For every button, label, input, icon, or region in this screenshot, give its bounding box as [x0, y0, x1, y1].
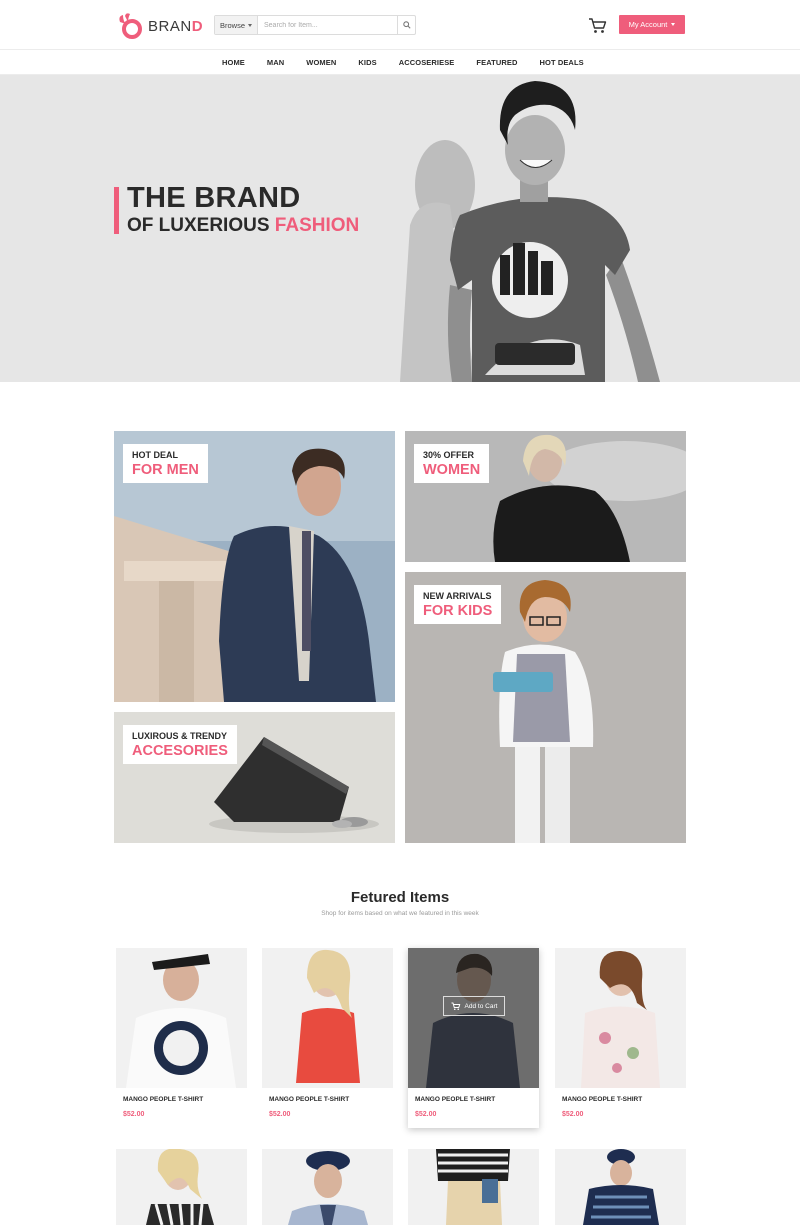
product-photo-tshirt-man [116, 948, 247, 1088]
product-card[interactable] [555, 1149, 686, 1225]
product-name[interactable]: MANGO PEOPLE T-SHIRT [123, 1096, 203, 1103]
browse-dropdown[interactable]: Browse [215, 16, 258, 34]
product-name[interactable]: MANGO PEOPLE T-SHIRT [562, 1096, 642, 1103]
product-photo-poncho [555, 1149, 686, 1225]
product-hover-overlay: Add to Cart [408, 948, 539, 1088]
nav-item-accessories[interactable]: ACCOSERIESE [399, 58, 455, 67]
featured-subtitle: Shop for items based on what we featured… [321, 910, 479, 917]
chevron-down-icon [671, 23, 676, 26]
product-card[interactable] [262, 1149, 393, 1225]
product-name[interactable]: MANGO PEOPLE T-SHIRT [269, 1096, 349, 1103]
brand-logo[interactable]: BRAND [114, 12, 203, 40]
product-price: $52.00 [415, 1111, 437, 1118]
promo-label-women: 30% OFFER WOMEN [414, 444, 490, 483]
hero-model-image [400, 81, 660, 382]
cart-icon [451, 1002, 460, 1010]
hero-accent-bar [114, 187, 119, 234]
product-price: $52.00 [562, 1111, 584, 1118]
product-photo-striped-sweater [408, 1149, 539, 1225]
hero-subtitle: OF LUXERIOUS FASHION [127, 215, 360, 236]
promo-card-men[interactable]: HOT DEAL FOR MEN [114, 431, 395, 702]
add-to-cart-button[interactable]: Add to Cart [443, 996, 505, 1016]
hero-banner: THE BRAND OF LUXERIOUS FASHION [0, 75, 800, 382]
product-photo-bucket-hat [262, 1149, 393, 1225]
brand-name: BRAND [148, 17, 204, 35]
hero-title: THE BRAND [127, 182, 301, 214]
site-header: BRAND Browse My Account [0, 0, 800, 50]
promo-card-accessories[interactable]: LUXIROUS & TRENDY ACCESORIES [114, 712, 395, 843]
product-name[interactable]: MANGO PEOPLE T-SHIRT [415, 1096, 495, 1103]
product-photo-floral-blouse [555, 948, 686, 1088]
product-card[interactable] [408, 1149, 539, 1225]
product-price: $52.00 [123, 1111, 145, 1118]
promo-label-men: HOT DEAL FOR MEN [123, 444, 208, 483]
product-photo-striped-dress [116, 1149, 247, 1225]
product-price: $52.00 [269, 1111, 291, 1118]
product-image [262, 948, 393, 1088]
product-card[interactable] [116, 1149, 247, 1225]
product-image [116, 948, 247, 1088]
promo-label-kids: NEW ARRIVALS FOR KIDS [414, 585, 502, 624]
my-account-button[interactable]: My Account [619, 15, 685, 34]
search-button[interactable] [397, 16, 415, 34]
promo-label-accessories: LUXIROUS & TRENDY ACCESORIES [123, 725, 237, 764]
product-card[interactable]: MANGO PEOPLE T-SHIRT $52.00 [116, 948, 247, 1128]
search-input[interactable] [258, 16, 397, 34]
product-card[interactable]: MANGO PEOPLE T-SHIRT $52.00 [262, 948, 393, 1128]
nav-item-women[interactable]: WOMEN [306, 58, 336, 67]
logo-icon [119, 13, 142, 39]
cart-button[interactable] [588, 17, 608, 35]
nav-item-home[interactable]: HOME [222, 58, 245, 67]
cart-icon [589, 18, 607, 33]
nav-item-hot-deals[interactable]: HOT DEALS [540, 58, 584, 67]
product-card[interactable]: MANGO PEOPLE T-SHIRT $52.00 [555, 948, 686, 1128]
main-nav: HOME MAN WOMEN KIDS ACCOSERIESE FEATURED… [0, 50, 800, 75]
product-image [555, 948, 686, 1088]
search-bar: Browse [214, 15, 416, 35]
search-icon [402, 21, 411, 29]
nav-item-man[interactable]: MAN [267, 58, 284, 67]
featured-title: Fetured Items [350, 889, 450, 906]
promo-card-kids[interactable]: NEW ARRIVALS FOR KIDS [405, 572, 686, 843]
nav-item-kids[interactable]: KIDS [358, 58, 376, 67]
nav-item-featured[interactable]: FEATURED [476, 58, 517, 67]
chevron-down-icon [248, 23, 252, 27]
promo-card-women[interactable]: 30% OFFER WOMEN [405, 431, 686, 562]
product-photo-red-top [262, 948, 393, 1088]
product-card-hovered[interactable]: Add to Cart MANGO PEOPLE T-SHIRT $52.00 [408, 948, 539, 1128]
